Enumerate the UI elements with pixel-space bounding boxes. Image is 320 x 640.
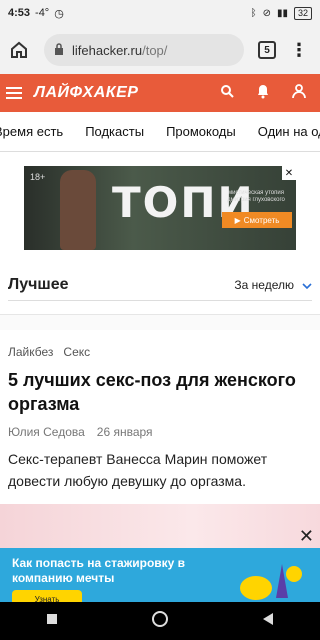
lock-icon — [54, 42, 64, 58]
article-image[interactable] — [0, 504, 320, 550]
age-rating: 18+ — [30, 172, 46, 182]
article-date: 26 января — [96, 425, 153, 439]
status-temperature: -4° — [35, 7, 50, 19]
tag-likbez[interactable]: Лайкбез — [8, 345, 53, 359]
site-header: ЛАЙФХАКЕР — [0, 74, 320, 112]
period-dropdown[interactable]: За неделю — [234, 278, 312, 292]
best-section-header: Лучшее За неделю — [8, 270, 312, 300]
article-lead: Секс-терапевт Ванесса Марин поможет дове… — [8, 451, 268, 489]
nav-item-one-on-one[interactable]: Один на один — [247, 124, 320, 139]
article-author[interactable]: Юлия Седова — [8, 425, 85, 439]
article-meta: Юлия Седова 26 января — [8, 425, 153, 439]
article-headline[interactable]: 5 лучших секс-поз для женского оргазма — [8, 368, 308, 416]
site-logo[interactable]: ЛАЙФХАКЕР — [34, 84, 138, 102]
browser-toolbar: lifehacker.ru/top/ 5 ⋮ — [0, 26, 320, 74]
address-bar[interactable]: lifehacker.ru/top/ — [44, 34, 244, 66]
back-icon[interactable] — [262, 612, 274, 631]
ad-close-icon[interactable]: ✕ — [282, 166, 296, 180]
ad-figure-image — [60, 170, 96, 250]
chevron-down-icon — [302, 278, 312, 292]
alarm-icon: ◷ — [54, 7, 64, 20]
battery-icon: 32 — [293, 6, 312, 20]
section-title: Лучшее — [8, 276, 69, 293]
section-divider — [8, 300, 312, 301]
url-host: lifehacker.ru — [72, 42, 143, 58]
close-icon[interactable]: ✕ — [299, 526, 314, 547]
ad-banner[interactable]: 18+ ТОПИ мистическая утопия дмитрия глух… — [24, 166, 296, 250]
nav-item-podcasts[interactable]: Подкасты — [74, 124, 155, 139]
promo-text: Как попасть на стажировку в компанию меч… — [12, 556, 186, 585]
status-bar: 4:53 -4° ◷ ᛒ ⊘ ▮▮ 32 — [0, 0, 320, 26]
search-icon[interactable] — [220, 84, 234, 103]
url-path: /top/ — [142, 42, 168, 58]
home-icon[interactable] — [8, 39, 30, 61]
tag-sex[interactable]: Секс — [63, 345, 90, 359]
play-icon: ▶ — [234, 215, 241, 225]
bluetooth-icon: ᛒ — [250, 7, 257, 19]
tab-switcher-button[interactable]: 5 — [258, 41, 276, 59]
period-label: За неделю — [234, 278, 294, 292]
system-nav-bar — [0, 602, 320, 640]
mute-icon: ⊘ — [262, 7, 271, 19]
promo-button[interactable]: Узнать — [12, 590, 82, 602]
category-nav: Время есть Подкасты Промокоды Один на од… — [0, 112, 320, 152]
section-separator — [0, 314, 320, 330]
ad-cta-label: Смотреть — [243, 215, 280, 225]
nav-item-promocodes[interactable]: Промокоды — [155, 124, 247, 139]
user-icon[interactable] — [292, 83, 306, 104]
promo-banner[interactable]: Как попасть на стажировку в компанию меч… — [0, 548, 320, 602]
browser-menu-icon[interactable]: ⋮ — [290, 41, 308, 59]
hamburger-menu-icon[interactable] — [6, 87, 22, 99]
ad-subtitle: мистическая утопия дмитрия глуховского — [227, 190, 285, 203]
article-tags: Лайкбез Секс — [8, 345, 90, 359]
bell-icon[interactable] — [256, 83, 270, 104]
status-time: 4:53 — [8, 7, 31, 19]
signal-icon: ▮▮ — [276, 7, 288, 19]
rocket-art-icon — [240, 564, 302, 600]
nav-item-time[interactable]: Время есть — [0, 124, 74, 139]
ad-watch-button[interactable]: ▶ Смотреть — [222, 212, 292, 228]
home-circle-icon[interactable] — [151, 610, 169, 633]
recents-icon[interactable] — [46, 612, 58, 630]
